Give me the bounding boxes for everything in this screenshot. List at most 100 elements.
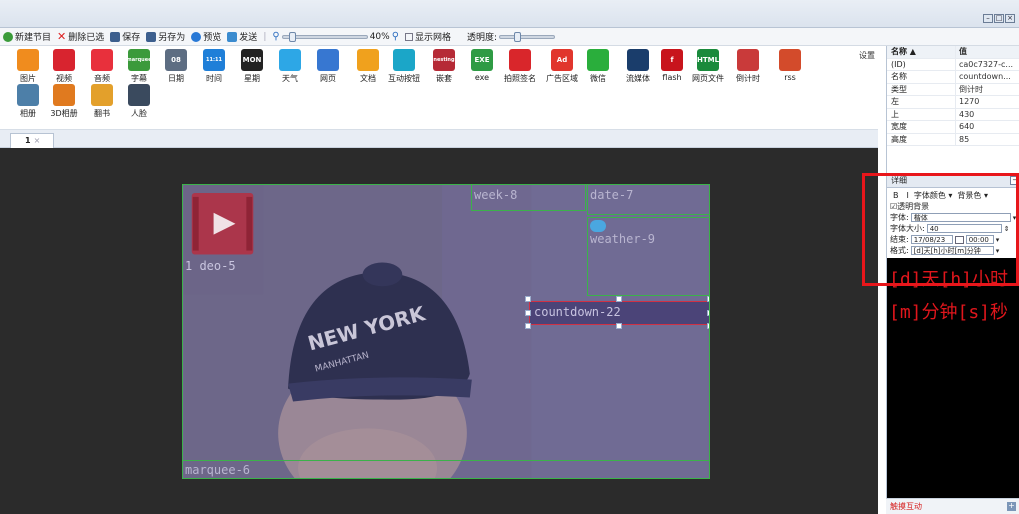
zoom-in-icon[interactable]: ⚲ [392, 31, 399, 42]
property-value[interactable]: 640 [956, 121, 1019, 133]
collapse-button[interactable]: – [1010, 176, 1019, 185]
end-date-input[interactable]: 17/08/23 [910, 235, 953, 244]
resize-handle[interactable] [616, 296, 622, 302]
property-grid: 名称 ▲ 值 (ID) ca0c7327-c... 名称 countdown... 类型… [887, 46, 1019, 146]
font-size-input[interactable]: 40 [926, 224, 1002, 233]
marquee-widget[interactable]: marquee-6 [183, 460, 709, 478]
ribbon-date-button[interactable]: 08 日期 [158, 49, 194, 85]
date-icon: 08 [165, 49, 187, 71]
property-value[interactable]: 85 [956, 134, 1019, 146]
ribbon-flash-button[interactable]: f flash [654, 49, 690, 85]
new-program-button[interactable]: 新建节目 [3, 30, 51, 43]
resize-handle[interactable] [707, 323, 709, 329]
ribbon-photo-sign-button[interactable]: 拍照签名 [502, 49, 538, 85]
property-value[interactable]: 1270 [956, 96, 1019, 108]
ribbon-webpage-button[interactable]: 网页 [310, 49, 346, 85]
italic-button[interactable]: I [904, 191, 912, 200]
ribbon-3d-album-button[interactable]: 3D相册 [46, 84, 82, 120]
tab-close-icon[interactable]: × [34, 136, 41, 145]
ribbon-album-button[interactable]: 相册 [10, 84, 46, 120]
edit-stage: NEW YORK MANHATTAN week-8 date-7 weather… [0, 148, 878, 514]
chevron-down-icon[interactable]: ▾ [996, 247, 1000, 255]
transparency-slider[interactable] [499, 31, 556, 42]
countdown-widget[interactable]: countdown-22 [529, 301, 709, 325]
property-row[interactable]: (ID) ca0c7327-c... [887, 58, 1019, 71]
resize-handle[interactable] [707, 296, 709, 302]
background-color-dropdown[interactable]: 背景色 ▾ [957, 190, 988, 201]
save-button[interactable]: 保存 [110, 30, 140, 43]
week-icon: MON [241, 49, 263, 71]
ribbon-exe-button[interactable]: EXE exe [464, 49, 500, 85]
spinner-icon[interactable]: ⇕ [1004, 225, 1010, 233]
ribbon-face-button[interactable]: 人脸 [121, 84, 157, 120]
ribbon-time-button[interactable]: 11:11 时间 [196, 49, 232, 85]
ribbon-label: 倒计时 [736, 74, 760, 83]
ribbon-video-button[interactable]: 视频 [46, 49, 82, 85]
ribbon-streaming-button[interactable]: 流媒体 [620, 49, 656, 85]
ribbon-countdown-button[interactable]: 倒计时 [730, 49, 766, 85]
property-row[interactable]: 宽度 640 [887, 121, 1019, 134]
settings-button[interactable]: 设置 [856, 46, 878, 130]
property-value[interactable]: 430 [956, 109, 1019, 121]
date-widget[interactable]: date-7 [587, 185, 709, 215]
ribbon-nesting-button[interactable]: nesting 嵌套 [426, 49, 462, 85]
resize-handle[interactable] [525, 310, 531, 316]
property-row[interactable]: 高度 85 [887, 133, 1019, 146]
ribbon-interactive-button-button[interactable]: 互动按钮 [386, 49, 422, 85]
send-button[interactable]: 发送 [227, 30, 257, 43]
ribbon-picture-button[interactable]: 图片 [10, 49, 46, 85]
resize-handle[interactable] [525, 323, 531, 329]
font-select[interactable]: 楷体 [910, 213, 1011, 222]
weather-widget[interactable]: weather-9 [587, 217, 709, 296]
bold-button[interactable]: B [890, 191, 902, 200]
program-canvas[interactable]: NEW YORK MANHATTAN week-8 date-7 weather… [182, 184, 710, 479]
format-select[interactable]: [d]天[h]小时[m]分钟 [910, 246, 994, 255]
zoom-out-icon[interactable]: ⚲ [272, 31, 279, 42]
ad-area-icon: Ad [551, 49, 573, 71]
ribbon-label: 网页文件 [692, 74, 724, 83]
property-row[interactable]: 名称 countdown... [887, 71, 1019, 84]
ribbon-rss-button[interactable]: rss [772, 49, 808, 85]
ribbon-label: rss [784, 73, 796, 82]
ribbon-flip-book-button[interactable]: 翻书 [84, 84, 120, 120]
close-button[interactable]: × [1005, 14, 1015, 23]
name-column-header[interactable]: 名称 ▲ [887, 46, 956, 58]
video-widget-label[interactable]: 1 deo-5 [183, 257, 238, 275]
property-row[interactable]: 类型 倒计时 [887, 83, 1019, 96]
minimize-button[interactable]: – [983, 14, 993, 23]
week-widget[interactable]: week-8 [471, 185, 586, 211]
chevron-down-icon[interactable]: ▾ [996, 236, 1000, 244]
preview-button[interactable]: 预览 [191, 30, 221, 43]
ribbon-week-button[interactable]: MON 星期 [234, 49, 270, 85]
ribbon-marquee-button[interactable]: marquee 字幕 [121, 49, 157, 85]
expand-icon[interactable]: + [1007, 502, 1016, 511]
maximize-button[interactable]: □ [994, 14, 1004, 23]
ribbon-audio-button[interactable]: 音频 [84, 49, 120, 85]
property-value[interactable]: ca0c7327-c... [956, 59, 1019, 71]
property-row[interactable]: 上 430 [887, 108, 1019, 121]
ribbon-weather-button[interactable]: 天气 [272, 49, 308, 85]
property-value[interactable]: 倒计时 [956, 84, 1019, 96]
zoom-slider[interactable] [281, 31, 368, 42]
ribbon-ad-area-button[interactable]: Ad 广告区域 [544, 49, 580, 85]
video-icon [53, 49, 75, 71]
tab-program-1[interactable]: 1 × [10, 133, 54, 148]
property-row[interactable]: 左 1270 [887, 96, 1019, 109]
transparent-background-checkbox[interactable]: ☑透明背景 [890, 201, 929, 212]
ribbon-html-file-button[interactable]: HTML 网页文件 [690, 49, 726, 85]
calendar-icon[interactable] [954, 235, 964, 244]
delete-selected-button[interactable]: ✕ 删除已选 [57, 30, 104, 43]
resize-handle[interactable] [525, 296, 531, 302]
resize-handle[interactable] [616, 323, 622, 329]
ribbon-label: 嵌套 [436, 74, 452, 83]
touch-interaction-bar[interactable]: 触摸互动 + [886, 498, 1019, 514]
resize-handle[interactable] [707, 310, 709, 316]
ribbon-wechat-button[interactable]: 微信 [580, 49, 616, 85]
chevron-down-icon[interactable]: ▾ [1013, 214, 1017, 222]
ribbon-document-button[interactable]: 文档 [350, 49, 386, 85]
save-as-button[interactable]: 另存为 [146, 30, 185, 43]
property-value[interactable]: countdown... [956, 71, 1019, 83]
show-grid-checkbox[interactable]: 显示网格 [405, 30, 451, 43]
font-color-dropdown[interactable]: 字体颜色 ▾ [914, 190, 953, 201]
end-time-input[interactable]: 00:00 [965, 235, 994, 244]
